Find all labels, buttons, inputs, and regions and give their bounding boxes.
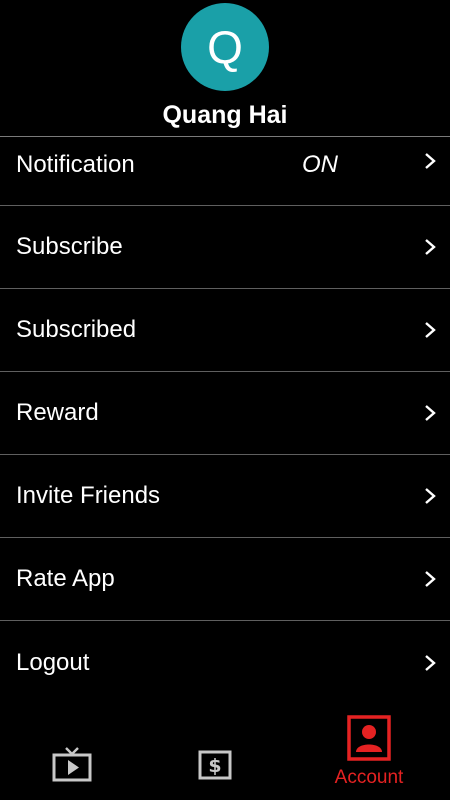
avatar[interactable]: Q: [181, 3, 269, 91]
chevron-right-icon: [425, 488, 436, 504]
menu-item-notification[interactable]: Notification ON: [0, 137, 450, 206]
menu-item-label: Reward: [16, 399, 99, 426]
avatar-initial: Q: [207, 21, 243, 73]
menu-item-rate-app[interactable]: Rate App: [0, 538, 450, 621]
profile-header: Q Quang Hai: [0, 0, 450, 136]
tv-play-icon: [52, 747, 92, 782]
menu-item-logout[interactable]: Logout: [0, 621, 450, 704]
menu-item-subscribe[interactable]: Subscribe: [0, 206, 450, 289]
menu-item-reward[interactable]: Reward: [0, 372, 450, 455]
user-name: Quang Hai: [162, 101, 288, 129]
menu-item-label: Rate App: [16, 565, 115, 592]
menu-item-label: Invite Friends: [16, 482, 161, 509]
chevron-right-icon: [425, 405, 436, 421]
tab-account[interactable]: Account: [318, 710, 420, 800]
tab-videos[interactable]: [30, 710, 114, 800]
menu-item-label: Logout: [16, 648, 90, 676]
account-icon: [347, 715, 391, 761]
bottom-tab-bar: $ Account: [0, 710, 450, 800]
menu-item-label: Subscribe: [16, 233, 123, 260]
chevron-right-icon: [425, 571, 436, 587]
notification-status-value: ON: [302, 151, 338, 178]
menu-item-label: Subscribed: [16, 316, 137, 343]
dollar-icon: $: [198, 750, 232, 780]
chevron-right-icon: [425, 153, 436, 169]
tab-earn[interactable]: $: [172, 710, 258, 800]
chevron-right-icon: [425, 239, 436, 255]
chevron-right-icon: [425, 654, 436, 671]
svg-text:$: $: [208, 755, 221, 777]
tab-label: Account: [334, 767, 404, 788]
chevron-right-icon: [425, 322, 436, 338]
menu-item-label: Notification: [16, 151, 135, 178]
menu-item-invite-friends[interactable]: Invite Friends: [0, 455, 450, 538]
menu-item-subscribed[interactable]: Subscribed: [0, 289, 450, 372]
account-menu: Notification ON Subscribe Subscribed Rew…: [0, 136, 450, 704]
